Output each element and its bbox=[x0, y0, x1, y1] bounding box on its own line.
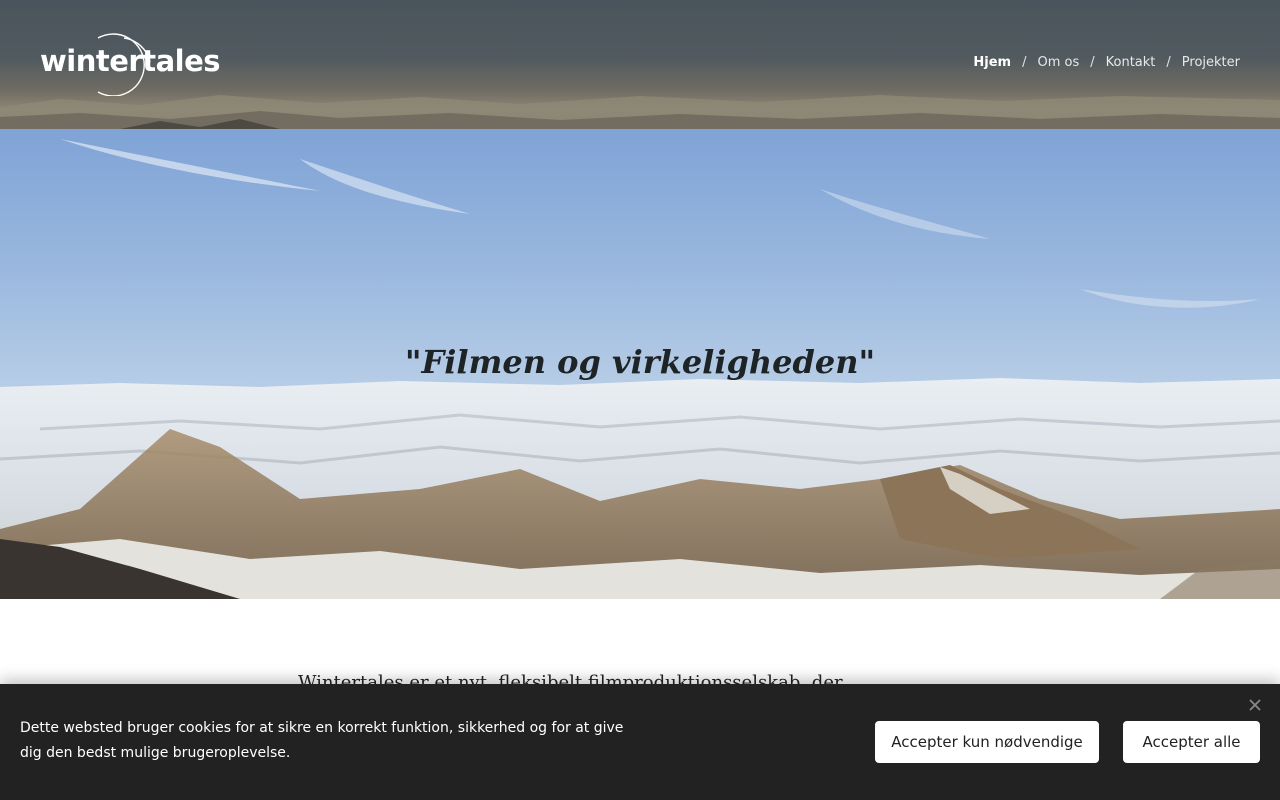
nav-item-projekter[interactable]: Projekter bbox=[1182, 55, 1240, 70]
nav-separator: / bbox=[1022, 55, 1027, 70]
nav-separator: / bbox=[1090, 55, 1095, 70]
accept-all-button[interactable]: Accepter alle bbox=[1123, 721, 1260, 763]
main-nav: Hjem / Om os / Kontakt / Projekter bbox=[973, 55, 1240, 70]
close-icon[interactable] bbox=[1248, 698, 1262, 712]
logo-text: wintertales bbox=[40, 44, 221, 78]
cookie-message: Dette websted bruger cookies for at sikr… bbox=[20, 720, 624, 761]
site-header: wintertales Hjem / Om os / Kontakt / Pro… bbox=[0, 0, 1280, 129]
logo[interactable]: wintertales bbox=[40, 32, 221, 96]
header-background-landscape bbox=[0, 95, 1280, 129]
hero-banner: "Filmen og virkeligheden" bbox=[0, 129, 1280, 599]
nav-item-hjem[interactable]: Hjem bbox=[973, 55, 1011, 70]
nav-separator: / bbox=[1166, 55, 1171, 70]
accept-necessary-button[interactable]: Accepter kun nødvendige bbox=[875, 721, 1099, 763]
hero-title: "Filmen og virkeligheden" bbox=[404, 343, 876, 381]
nav-item-om-os[interactable]: Om os bbox=[1037, 55, 1079, 70]
cookie-banner: Dette websted bruger cookies for at sikr… bbox=[0, 684, 1280, 800]
nav-item-kontakt[interactable]: Kontakt bbox=[1106, 55, 1156, 70]
